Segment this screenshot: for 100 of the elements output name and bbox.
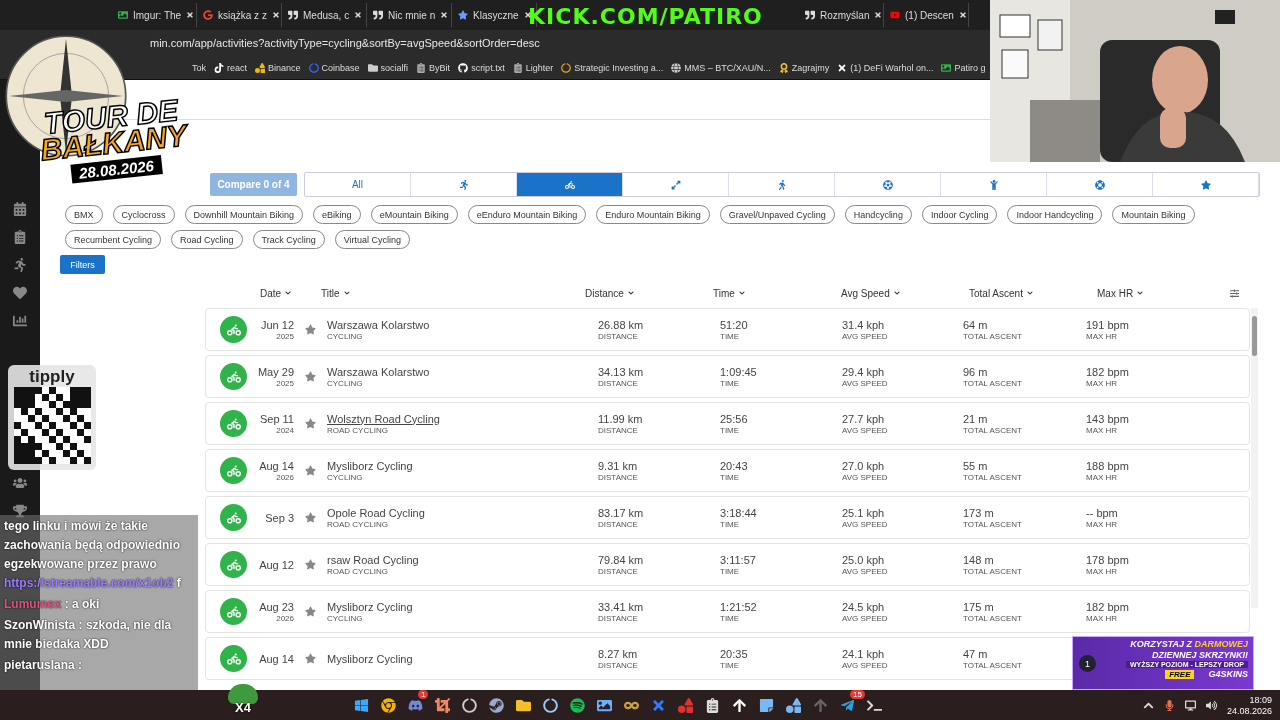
filter-chip[interactable]: eMountain Biking	[370, 205, 458, 224]
close-icon[interactable]	[874, 11, 883, 19]
music-icon[interactable]	[568, 696, 586, 714]
star-icon[interactable]	[305, 418, 316, 429]
heart-icon[interactable]	[13, 286, 27, 300]
trophy-icon[interactable]	[13, 504, 27, 518]
activity-row[interactable]: Sep 3 Opole Road Cycling ROAD CYCLING 83.17 km DISTANCE 3:18:44 TIME 25.1 kph AVG SPEED 173 m TOTAL ASCENT -- bpm MAX HR	[205, 496, 1250, 539]
address-field[interactable]: min.com/app/activities?activityType=cycling&sortBy=avgSpeed&sortOrder=desc	[150, 37, 540, 49]
star-icon[interactable]	[305, 559, 316, 570]
metric-label: DISTANCE	[598, 378, 638, 388]
activity-row[interactable]: Sep 11 2024 Wolsztyn Road Cycling ROAD CYCLING 11.99 km DISTANCE 25:56 TIME 27.7 kph AVG SPEED 21 m TOTAL ASCENT 143 bpm MAX HR	[205, 402, 1250, 445]
filters-button[interactable]: Filters	[60, 255, 105, 274]
activity-row[interactable]: May 29 2025 Warszawa Kolarstwo CYCLING 34.13 km DISTANCE 1:09:45 TIME 29.4 kph AVG SPEED 96 m TOTAL ASCENT 182 bpm MAX HR	[205, 355, 1250, 398]
column-header[interactable]: Title	[321, 287, 585, 299]
notepad-icon[interactable]	[757, 696, 775, 714]
column-header[interactable]: Date	[260, 287, 321, 299]
browser-tab[interactable]: Medusa, c	[282, 3, 367, 27]
star-icon[interactable]	[305, 653, 316, 664]
browser-tab[interactable]: książka z z	[197, 3, 282, 27]
column-settings-icon[interactable]	[1230, 288, 1239, 298]
users-icon[interactable]	[13, 476, 27, 490]
activity-title[interactable]: Mysliborz Cycling	[327, 459, 413, 472]
running-icon[interactable]	[13, 258, 27, 272]
bookmark-icon	[458, 62, 469, 73]
bookmark[interactable]: Strategic Investing a...	[561, 62, 664, 73]
bookmark[interactable]: Tok	[192, 62, 206, 73]
close-icon[interactable]	[958, 11, 967, 19]
column-header[interactable]: Total Ascent	[969, 287, 1097, 299]
column-header[interactable]: Distance	[585, 287, 713, 299]
browser-tab[interactable]: Rozmyślan	[799, 3, 884, 27]
filter-chip[interactable]: Indoor Handcycling	[1007, 205, 1103, 224]
close-icon[interactable]	[440, 11, 449, 19]
filter-chip[interactable]: BMX	[65, 205, 103, 224]
bookmark[interactable]: ByBit	[416, 62, 451, 73]
browser-icon[interactable]	[379, 696, 397, 714]
steam-icon[interactable]	[487, 696, 505, 714]
star-icon[interactable]	[305, 324, 316, 335]
bookmark[interactable]: MMS – BTC/XAU/N...	[671, 62, 771, 73]
speaker-icon[interactable]	[1205, 699, 1217, 711]
column-header[interactable]: Max HR	[1097, 287, 1230, 299]
arrow-up-icon[interactable]	[811, 696, 829, 714]
filter-chip[interactable]: Handcycling	[844, 205, 912, 224]
filter-chip[interactable]: Mountain Biking	[1112, 205, 1195, 224]
notification-badge: 1	[418, 690, 429, 699]
browser-tab[interactable]: Imgur: The	[112, 3, 197, 27]
clipboard-icon[interactable]	[13, 230, 27, 244]
metric-value: 188 bpm	[1086, 459, 1129, 472]
filter-chip[interactable]: Track Cycling	[252, 230, 325, 249]
bookmark[interactable]: script.txt	[458, 62, 505, 73]
close-icon[interactable]	[523, 11, 532, 19]
filter-chip[interactable]: Downhill Mountain Biking	[184, 205, 304, 224]
bookmark[interactable]: Patiro g	[941, 62, 986, 73]
activity-title-link[interactable]: Wolsztyn Road Cycling	[327, 412, 440, 425]
bookmark[interactable]: Zagrajmy	[778, 62, 830, 73]
filter-chip[interactable]: eEnduro Mountain Biking	[467, 205, 587, 224]
activity-row[interactable]: Aug 12 rsaw Road Cycling ROAD CYCLING 79.84 km DISTANCE 3:11:57 TIME 25.0 kph AVG SPEED 148 m TOTAL ASCENT 178 bpm MAX HR	[205, 543, 1250, 586]
filter-chip[interactable]: Road Cycling	[171, 230, 243, 249]
activity-row[interactable]: Aug 14 2026 Mysliborz Cycling CYCLING 9.31 km DISTANCE 20:43 TIME 27.0 kph AVG SPEED 55 m TOTAL ASCENT 188 bpm MAX HR	[205, 449, 1250, 492]
filter-chip[interactable]: Enduro Mountain Biking	[596, 205, 710, 224]
bookmark[interactable]: Binance	[255, 62, 301, 73]
activity-title[interactable]: Warszawa Kolarstwo	[327, 318, 430, 331]
filter-chip[interactable]: Virtual Cycling	[334, 230, 411, 249]
column-header[interactable]: Time	[713, 287, 841, 299]
star-icon[interactable]	[305, 606, 316, 617]
microphone-icon[interactable]	[1163, 699, 1175, 711]
activity-title[interactable]: Mysliborz Cycling	[327, 600, 413, 613]
activity-title[interactable]: Opole Road Cycling	[327, 506, 425, 519]
display-icon[interactable]	[1184, 699, 1196, 711]
activity-row[interactable]: Aug 23 2026 Mysliborz Cycling CYCLING 33.41 km DISTANCE 1:21:52 TIME 24.5 kph AVG SPEED 175 m TOTAL ASCENT 182 bpm MAX HR	[205, 590, 1250, 633]
browser-tab[interactable]: (1) Descen	[884, 3, 969, 27]
star-icon[interactable]	[305, 371, 316, 382]
chart-icon[interactable]	[13, 314, 27, 328]
activity-title[interactable]: rsaw Road Cycling	[327, 553, 419, 566]
start-icon[interactable]	[352, 696, 370, 714]
activity-row[interactable]: Jun 12 2025 Warszawa Kolarstwo CYCLING 26.88 km DISTANCE 51:20 TIME 31.4 kph AVG SPEED 64 m TOTAL ASCENT 191 bpm MAX HR	[205, 308, 1250, 351]
bookmark[interactable]: Lighter	[512, 62, 554, 73]
all-tab[interactable]: All	[305, 173, 411, 196]
star-icon[interactable]	[305, 512, 316, 523]
calendar-icon[interactable]	[13, 202, 27, 216]
close-icon[interactable]	[354, 11, 363, 19]
browser-tab[interactable]: Nic mnie n	[367, 3, 452, 27]
filter-chip[interactable]: Recumbent Cycling	[65, 230, 162, 249]
close-icon[interactable]	[271, 11, 280, 19]
bookmark[interactable]: socialfi	[367, 62, 409, 73]
star-icon[interactable]	[305, 465, 316, 476]
shapes-icon[interactable]	[676, 696, 694, 714]
filter-chip[interactable]: Gravel/Unpaved Cycling	[719, 205, 835, 224]
scrollbar[interactable]	[1251, 308, 1258, 608]
close-icon[interactable]	[186, 11, 195, 19]
bookmark[interactable]: Coinbase	[308, 62, 360, 73]
filter-chip[interactable]: Indoor Cycling	[921, 205, 998, 224]
column-header[interactable]: Avg Speed	[841, 287, 969, 299]
activity-title[interactable]: Warszawa Kolarstwo	[327, 365, 430, 378]
snip-icon[interactable]	[433, 696, 451, 714]
bookmark[interactable]: (1) DeFi Warhol on...	[837, 62, 934, 73]
filter-chip[interactable]: eBiking	[313, 205, 361, 224]
filter-chip[interactable]: Cyclocross	[112, 205, 175, 224]
clock[interactable]: 18:09 24.08.2026	[1226, 694, 1272, 716]
activity-title[interactable]: Mysliborz Cycling	[327, 652, 413, 665]
bookmark[interactable]: react	[214, 62, 248, 73]
